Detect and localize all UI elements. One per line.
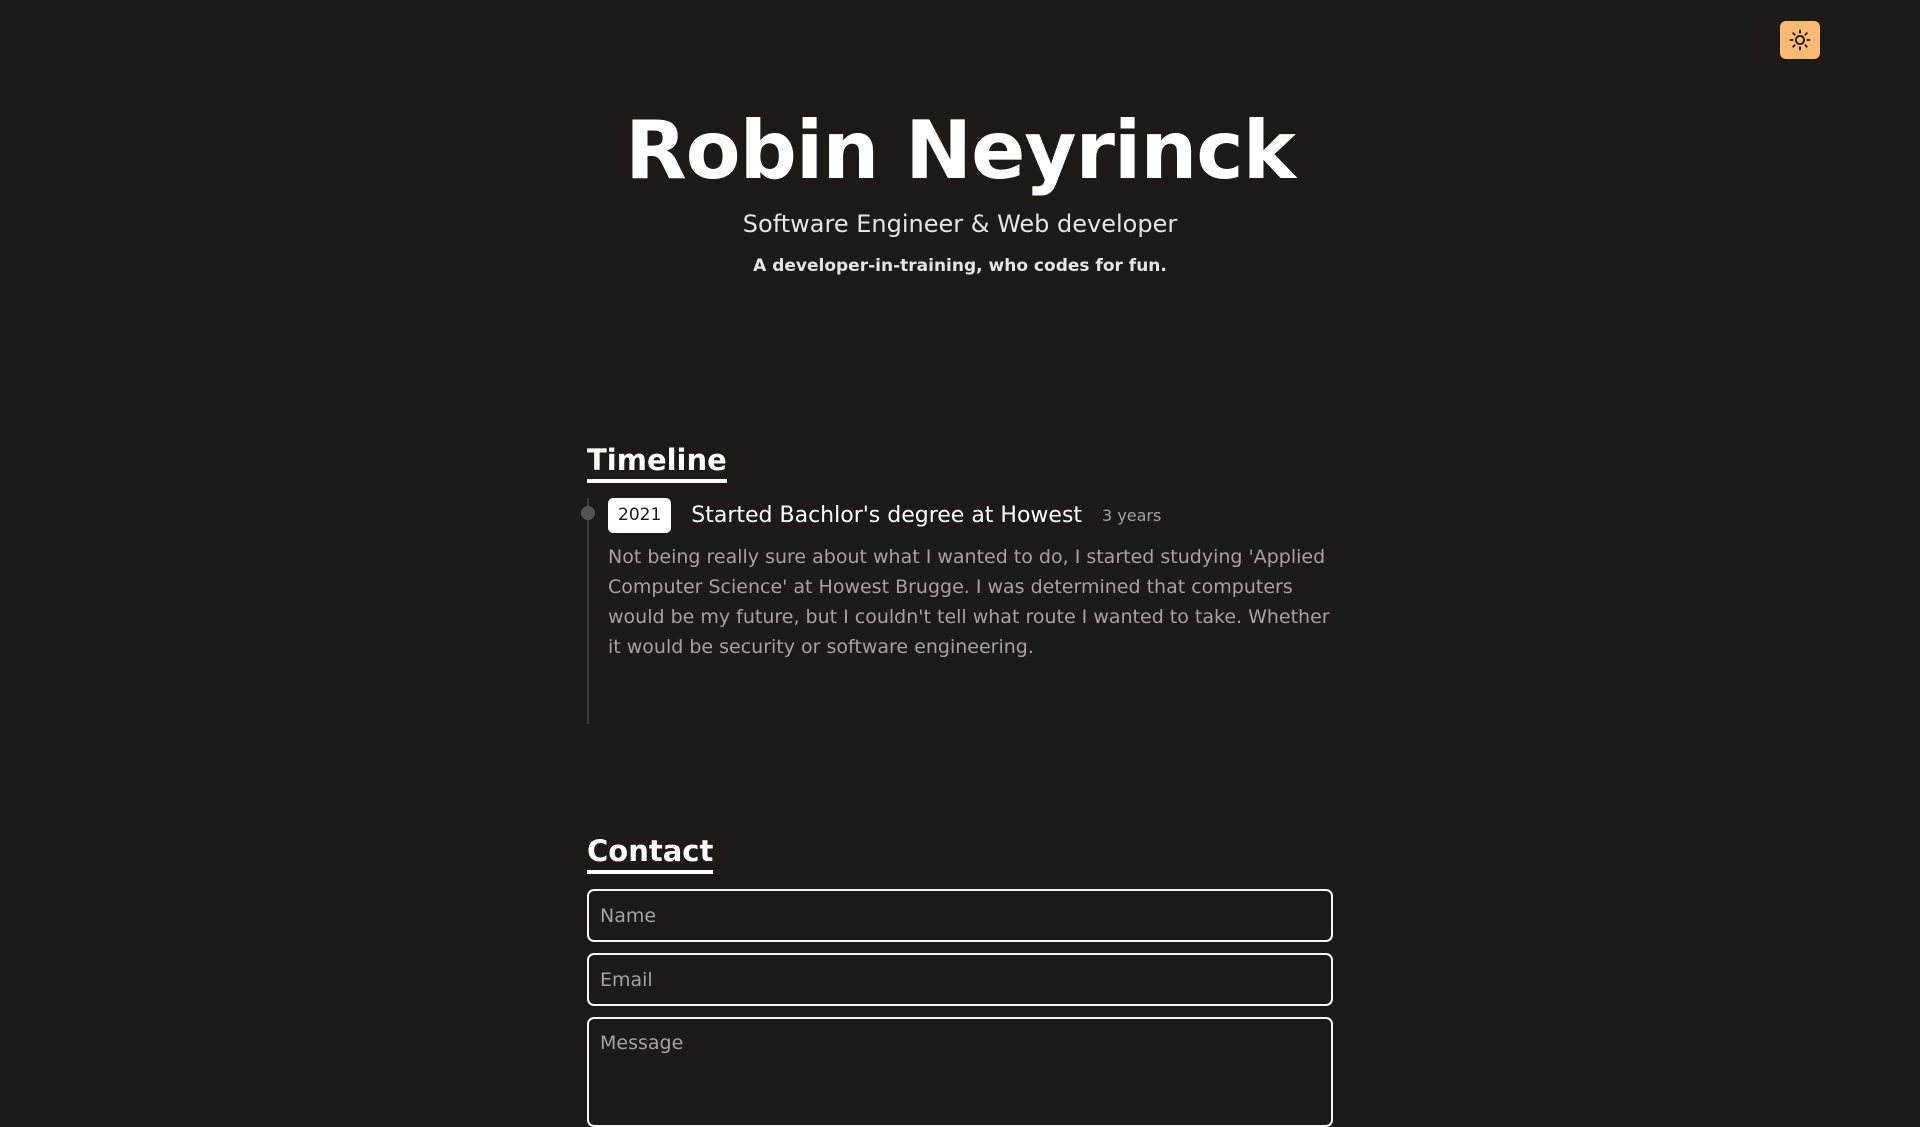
page-title: Robin Neyrinck bbox=[625, 104, 1296, 197]
contact-section: Contact bbox=[587, 832, 1333, 1127]
timeline-item-title: Started Bachlor's degree at Howest bbox=[691, 503, 1083, 528]
message-field[interactable] bbox=[587, 1017, 1333, 1127]
sun-icon bbox=[1789, 29, 1811, 51]
timeline-item-description: Not being really sure about what I wante… bbox=[608, 546, 1330, 658]
timeline-item-header: 2021 Started Bachlor's degree at Howest … bbox=[608, 498, 1338, 533]
contact-form bbox=[587, 889, 1333, 1127]
timeline-track: 2021 Started Bachlor's degree at Howest … bbox=[581, 498, 1333, 724]
timeline-heading: Timeline bbox=[587, 441, 727, 483]
email-field[interactable] bbox=[587, 953, 1333, 1006]
contact-heading: Contact bbox=[587, 832, 714, 874]
hero-subtitle: Software Engineer & Web developer bbox=[742, 210, 1178, 238]
timeline-section: Timeline 2021 Started Bachlor's degree a… bbox=[581, 441, 1333, 724]
year-badge: 2021 bbox=[608, 498, 672, 533]
theme-toggle-button[interactable] bbox=[1780, 21, 1820, 59]
timeline-dot bbox=[581, 506, 595, 520]
hero: Robin Neyrinck Software Engineer & Web d… bbox=[0, 98, 1920, 278]
hero-tagline: A developer-in-training, who codes for f… bbox=[753, 256, 1167, 276]
timeline-item: 2021 Started Bachlor's degree at Howest … bbox=[608, 498, 1338, 662]
name-field[interactable] bbox=[587, 889, 1333, 942]
timeline-item-duration: 3 years bbox=[1102, 506, 1162, 525]
